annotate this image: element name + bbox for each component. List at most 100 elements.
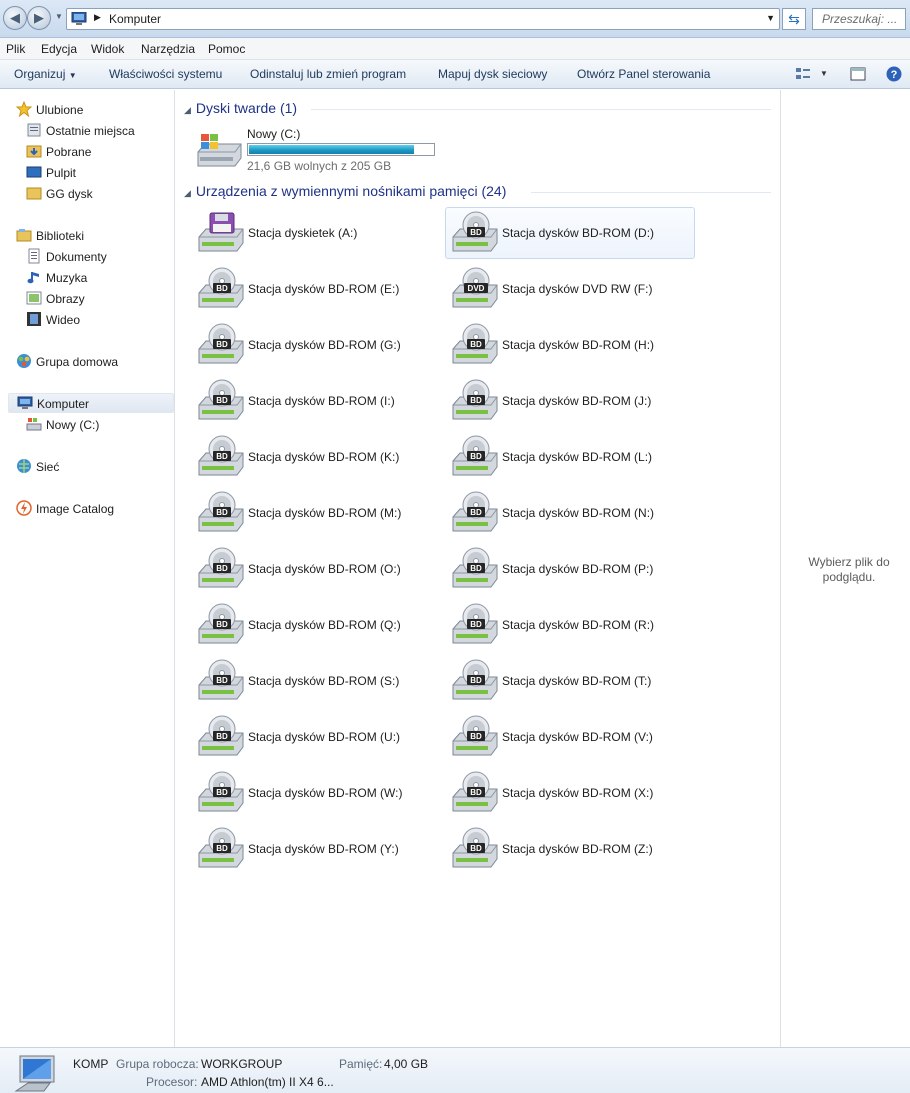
- drive-name: Stacja dysków BD-ROM (J:): [502, 394, 652, 408]
- bd-drive-icon: BD: [452, 547, 498, 588]
- nav-music[interactable]: Muzyka: [26, 268, 166, 288]
- drive-item[interactable]: BD Stacja dysków BD-ROM (I:): [191, 375, 441, 427]
- bd-drive-icon: BD: [198, 659, 244, 700]
- menu-bar: Plik Edycja Widok Narzędzia Pomoc: [0, 38, 910, 60]
- drive-item[interactable]: BD Stacja dysków BD-ROM (H:): [445, 319, 695, 371]
- drive-item[interactable]: BD Stacja dysków BD-ROM (R:): [445, 599, 695, 651]
- menu-edit[interactable]: Edycja: [41, 42, 77, 56]
- drive-item[interactable]: BD Stacja dysków BD-ROM (X:): [445, 767, 695, 819]
- nav-libraries[interactable]: Biblioteki: [16, 226, 166, 246]
- nav-network[interactable]: Sieć: [16, 457, 166, 477]
- breadcrumb-separator-icon[interactable]: ▶: [94, 12, 101, 23]
- map-network-drive-button[interactable]: Mapuj dysk sieciowy: [438, 67, 547, 81]
- svg-text:BD: BD: [216, 844, 228, 853]
- processor-label: Procesor:: [146, 1075, 198, 1089]
- svg-text:BD: BD: [470, 732, 482, 741]
- dvd-drive-icon: DVD: [452, 267, 498, 308]
- drive-item[interactable]: BD Stacja dysków BD-ROM (U:): [191, 711, 441, 763]
- svg-text:BD: BD: [470, 508, 482, 517]
- computer-name: KOMP: [73, 1057, 109, 1071]
- drive-item[interactable]: BD Stacja dysków BD-ROM (P:): [445, 543, 695, 595]
- section-divider: [531, 192, 771, 193]
- drive-item[interactable]: BD Stacja dysków BD-ROM (E:): [191, 263, 441, 315]
- nav-gg-drive[interactable]: GG dysk: [26, 184, 166, 204]
- drive-item[interactable]: BD Stacja dysków BD-ROM (W:): [191, 767, 441, 819]
- svg-text:BD: BD: [216, 620, 228, 629]
- drive-item[interactable]: BD Stacja dysków BD-ROM (G:): [191, 319, 441, 371]
- nav-pictures[interactable]: Obrazy: [26, 289, 166, 309]
- bd-drive-icon: BD: [452, 323, 498, 364]
- system-properties-button[interactable]: Właściwości systemu: [109, 67, 222, 81]
- nav-drive-c-label: Nowy (C:): [46, 418, 100, 432]
- menu-view[interactable]: Widok: [91, 42, 124, 56]
- section-removable[interactable]: ◢ Urządzenia z wymiennymi nośnikami pamię…: [184, 183, 506, 199]
- forward-button[interactable]: ▶: [27, 6, 51, 30]
- bd-drive-icon: BD: [452, 379, 498, 420]
- breadcrumb-computer[interactable]: Komputer: [109, 12, 161, 26]
- drive-item[interactable]: BD Stacja dysków BD-ROM (K:): [191, 431, 441, 483]
- uninstall-program-button[interactable]: Odinstaluj lub zmień program: [250, 67, 406, 81]
- search-input[interactable]: Przeszukaj: ...: [812, 8, 906, 30]
- nav-desktop[interactable]: Pulpit: [26, 163, 166, 183]
- nav-computer[interactable]: Komputer: [8, 393, 174, 413]
- drive-item[interactable]: BD Stacja dysków BD-ROM (D:): [445, 207, 695, 259]
- nav-image-catalog[interactable]: Image Catalog: [16, 499, 166, 519]
- documents-icon: [28, 248, 40, 264]
- pictures-icon: [26, 291, 42, 305]
- drive-item[interactable]: BD Stacja dysków BD-ROM (T:): [445, 655, 695, 707]
- nav-homegroup[interactable]: Grupa domowa: [16, 352, 166, 372]
- recent-pages-dropdown-icon[interactable]: ▼: [55, 12, 63, 21]
- help-icon[interactable]: ?: [886, 66, 902, 82]
- bd-drive-icon: BD: [198, 435, 244, 476]
- drive-item[interactable]: Stacja dyskietek (A:): [191, 207, 441, 259]
- address-field[interactable]: ▶ Komputer ▼: [66, 8, 780, 30]
- nav-videos[interactable]: Wideo: [26, 310, 166, 330]
- drive-name: Stacja dysków DVD RW (F:): [502, 282, 653, 296]
- drive-name: Stacja dysków BD-ROM (Y:): [248, 842, 399, 856]
- drive-name: Stacja dysków BD-ROM (H:): [502, 338, 655, 352]
- drive-item[interactable]: BD Stacja dysków BD-ROM (V:): [445, 711, 695, 763]
- nav-documents[interactable]: Dokumenty: [26, 247, 166, 267]
- libraries-icon: [16, 229, 32, 242]
- drive-name: Stacja dysków BD-ROM (V:): [502, 730, 653, 744]
- windows-drive-icon: [26, 418, 42, 431]
- drive-c-item[interactable]: Nowy (C:) 21,6 GB wolnych z 205 GB: [191, 124, 521, 174]
- recent-places-icon: [27, 123, 41, 137]
- nav-favorites[interactable]: Ulubione: [16, 100, 166, 120]
- drive-item[interactable]: BD Stacja dysków BD-ROM (S:): [191, 655, 441, 707]
- nav-computer-label: Komputer: [37, 397, 90, 411]
- drive-item[interactable]: BD Stacja dysków BD-ROM (M:): [191, 487, 441, 539]
- drive-c-name: Nowy (C:): [247, 127, 301, 141]
- computer-icon: [71, 12, 87, 25]
- bd-drive-icon: BD: [198, 603, 244, 644]
- drive-item[interactable]: BD Stacja dysków BD-ROM (Z:): [445, 823, 695, 875]
- menu-help[interactable]: Pomoc: [208, 42, 245, 56]
- nav-downloads[interactable]: Pobrane: [26, 142, 166, 162]
- drive-item[interactable]: DVD Stacja dysków DVD RW (F:): [445, 263, 695, 315]
- drive-item[interactable]: BD Stacja dysków BD-ROM (L:): [445, 431, 695, 483]
- section-hard-drives[interactable]: ◢ Dyski twarde (1): [184, 100, 297, 116]
- refresh-button[interactable]: ⇆: [782, 8, 806, 30]
- menu-file[interactable]: Plik: [6, 42, 25, 56]
- chevron-down-icon: ▼: [68, 71, 77, 80]
- nav-drive-c[interactable]: Nowy (C:): [26, 415, 166, 435]
- preview-pane-icon[interactable]: [850, 66, 866, 82]
- open-control-panel-button[interactable]: Otwórz Panel sterowania: [577, 67, 710, 81]
- drive-item[interactable]: BD Stacja dysków BD-ROM (J:): [445, 375, 695, 427]
- bd-drive-icon: BD: [198, 491, 244, 532]
- drive-item[interactable]: BD Stacja dysków BD-ROM (Q:): [191, 599, 441, 651]
- drive-item[interactable]: BD Stacja dysków BD-ROM (Y:): [191, 823, 441, 875]
- drive-item[interactable]: BD Stacja dysków BD-ROM (N:): [445, 487, 695, 539]
- video-film-icon: [27, 312, 41, 326]
- view-options-icon[interactable]: [795, 66, 811, 82]
- address-dropdown-icon[interactable]: ▼: [766, 13, 775, 23]
- view-dropdown-icon[interactable]: ▼: [820, 69, 828, 78]
- nav-recent-label: Ostatnie miejsca: [46, 124, 135, 138]
- svg-text:BD: BD: [216, 452, 228, 461]
- nav-recent-places[interactable]: Ostatnie miejsca: [26, 121, 166, 141]
- drive-item[interactable]: BD Stacja dysków BD-ROM (O:): [191, 543, 441, 595]
- file-list: ◢ Dyski twarde (1) Nowy (C:) 21,6 GB woln…: [176, 90, 780, 1047]
- menu-tools[interactable]: Narzędzia: [141, 42, 195, 56]
- organize-button[interactable]: Organizuj ▼: [14, 67, 77, 81]
- back-button[interactable]: ◀: [3, 6, 27, 30]
